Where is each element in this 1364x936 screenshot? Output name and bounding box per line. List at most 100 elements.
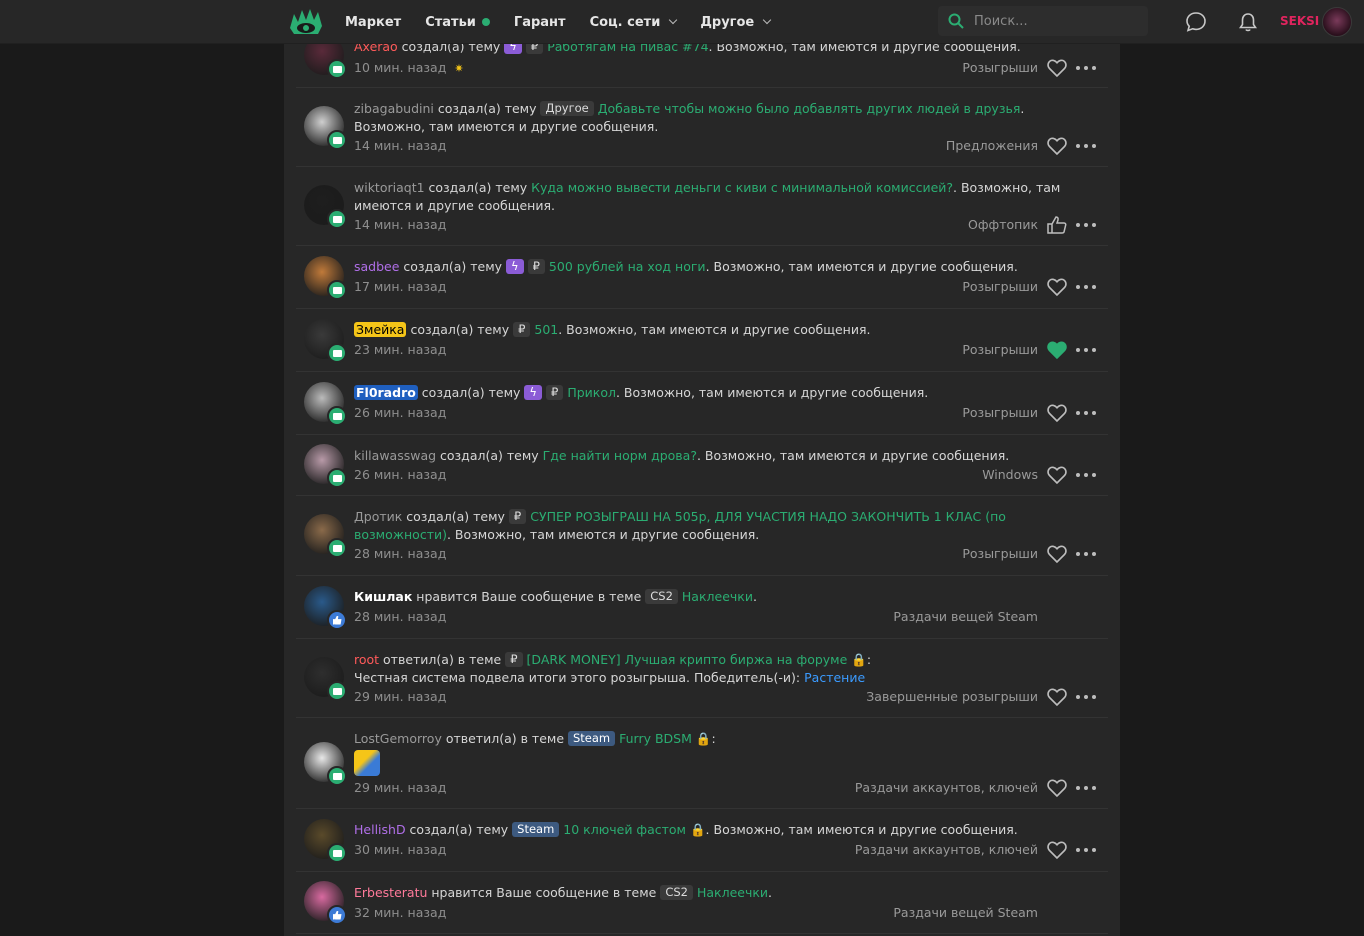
thread-title-link[interactable]: 501 xyxy=(534,322,558,337)
alert-username[interactable]: Erbesteratu xyxy=(354,885,427,900)
more-options-icon[interactable] xyxy=(1076,285,1096,291)
alert-row[interactable]: LostGemorroy ответил(а) в теме Steam Fur… xyxy=(296,718,1108,809)
thread-title-link[interactable]: 500 рублей на ход ноги xyxy=(549,259,706,274)
forum-name[interactable]: Розыгрыши xyxy=(962,405,1038,420)
alert-row[interactable]: Erbesteratu нравится Ваше сообщение в те… xyxy=(296,872,1108,934)
thread-title-link[interactable]: 10 ключей фастом xyxy=(563,822,686,837)
current-username[interactable]: SEKSI xyxy=(1280,14,1319,28)
nav-other[interactable]: Другое xyxy=(700,15,772,30)
thread-title-link[interactable]: Прикол xyxy=(567,385,616,400)
alert-time[interactable]: 32 мин. назад xyxy=(354,905,446,920)
alert-row[interactable]: killawasswag создал(а) тему Где найти но… xyxy=(296,435,1108,496)
thread-prefix[interactable]: Другое xyxy=(540,101,594,116)
alert-time[interactable]: 26 мин. назад xyxy=(354,467,446,482)
alert-time[interactable]: 29 мин. назад xyxy=(354,689,446,704)
alert-username[interactable]: killawasswag xyxy=(354,448,436,463)
alert-row[interactable]: Кишлак нравится Ваше сообщение в теме CS… xyxy=(296,576,1108,639)
thread-title-link[interactable]: Furry BDSM xyxy=(619,731,692,746)
more-options-icon[interactable] xyxy=(1076,695,1096,701)
alert-time[interactable]: 14 мин. назад xyxy=(354,138,446,153)
heart-icon[interactable] xyxy=(1046,340,1068,360)
nav-garant[interactable]: Гарант xyxy=(514,15,566,30)
search-box[interactable] xyxy=(938,6,1148,36)
thread-title-link[interactable]: Наклеечки xyxy=(682,589,753,604)
forum-name[interactable]: Завершенные розыгрыши xyxy=(866,689,1038,704)
thread-prefix[interactable]: Steam xyxy=(512,822,560,837)
alert-username[interactable]: Кишлак xyxy=(354,589,412,604)
thread-title-link[interactable]: [DARK MONEY] Лучшая крипто биржа на фору… xyxy=(527,652,848,667)
alert-row[interactable]: root ответил(а) в теме ₽ [DARK MONEY] Лу… xyxy=(296,639,1108,718)
alert-time[interactable]: 10 мин. назад ✷ xyxy=(354,60,464,75)
alert-time[interactable]: 26 мин. назад xyxy=(354,405,446,420)
forum-name[interactable]: Раздачи вещей Steam xyxy=(893,905,1038,920)
nav-market[interactable]: Маркет xyxy=(345,15,401,30)
alert-username[interactable]: LostGemorroy xyxy=(354,731,442,746)
more-options-icon[interactable] xyxy=(1076,66,1096,72)
thread-prefix[interactable]: ₽ xyxy=(513,322,531,337)
forum-name[interactable]: Windows xyxy=(982,467,1038,482)
alert-username[interactable]: Fl0radro xyxy=(354,385,418,400)
heart-icon[interactable] xyxy=(1046,403,1068,423)
alert-username[interactable]: sadbee xyxy=(354,259,399,274)
nav-social[interactable]: Соц. сети xyxy=(590,15,678,30)
nav-articles[interactable]: Статьи xyxy=(425,15,490,30)
heart-icon[interactable] xyxy=(1046,58,1068,78)
heart-icon[interactable] xyxy=(1046,687,1068,707)
heart-icon[interactable] xyxy=(1046,277,1068,297)
alert-username[interactable]: Дротик xyxy=(354,509,402,524)
thread-prefix[interactable]: ₽ xyxy=(508,509,527,524)
forum-name[interactable]: Раздачи аккаунтов, ключей xyxy=(855,780,1038,795)
user-avatar[interactable] xyxy=(1322,7,1352,37)
thread-title-link[interactable]: Где найти норм дрова? xyxy=(543,448,697,463)
more-options-icon[interactable] xyxy=(1076,411,1096,417)
forum-name[interactable]: Розыгрыши xyxy=(962,279,1038,294)
heart-icon[interactable] xyxy=(1046,465,1068,485)
forum-name[interactable]: Раздачи вещей Steam xyxy=(893,609,1038,624)
alert-row[interactable]: wiktoriaqt1 создал(а) тему Куда можно вы… xyxy=(296,167,1108,246)
thumbs-up-icon[interactable] xyxy=(1046,215,1068,235)
more-options-icon[interactable] xyxy=(1076,552,1096,558)
alert-time[interactable]: 17 мин. назад xyxy=(354,279,446,294)
heart-icon[interactable] xyxy=(1046,544,1068,564)
forum-name[interactable]: Оффтопик xyxy=(968,217,1038,232)
forum-name[interactable]: Розыгрыши xyxy=(962,60,1038,75)
alert-username[interactable]: wiktoriaqt1 xyxy=(354,180,425,195)
alert-row[interactable]: HellishD создал(а) тему Steam 10 ключей … xyxy=(296,809,1108,872)
chat-icon[interactable] xyxy=(1185,11,1207,33)
thread-prefix[interactable]: CS2 xyxy=(660,885,693,900)
heart-icon[interactable] xyxy=(1046,136,1068,156)
alert-time[interactable]: 14 мин. назад xyxy=(354,217,446,232)
alert-time[interactable]: 23 мин. назад xyxy=(354,342,446,357)
alert-row[interactable]: Fl0radro создал(а) тему ϟ ₽ Прикол. Возм… xyxy=(296,372,1108,435)
alert-time[interactable]: 28 мин. назад xyxy=(354,609,446,624)
thread-prefix[interactable]: ₽ xyxy=(505,652,523,667)
winner-link[interactable]: Растение xyxy=(804,670,865,685)
bell-icon[interactable] xyxy=(1237,11,1259,33)
alert-row[interactable]: zibagabudini создал(а) тему Другое Добав… xyxy=(296,88,1108,167)
thread-title-link[interactable]: Куда можно вывести деньги с киви с миним… xyxy=(531,180,953,195)
thread-title-link[interactable]: Добавьте чтобы можно было добавлять друг… xyxy=(598,101,1021,116)
alert-username[interactable]: zibagabudini xyxy=(354,101,434,116)
forum-name[interactable]: Розыгрыши xyxy=(962,546,1038,561)
thread-prefix[interactable]: Steam xyxy=(568,731,616,746)
more-options-icon[interactable] xyxy=(1076,473,1096,479)
alert-time[interactable]: 28 мин. назад xyxy=(354,546,446,561)
alert-row[interactable]: Змейка создал(а) тему ₽ 501. Возможно, т… xyxy=(296,309,1108,372)
forum-name[interactable]: Раздачи аккаунтов, ключей xyxy=(855,842,1038,857)
more-options-icon[interactable] xyxy=(1076,786,1096,792)
more-options-icon[interactable] xyxy=(1076,848,1096,854)
forum-name[interactable]: Розыгрыши xyxy=(962,342,1038,357)
thread-prefix[interactable]: CS2 xyxy=(645,589,678,604)
alert-username[interactable]: root xyxy=(354,652,379,667)
bolt-prefix-icon[interactable]: ϟ xyxy=(506,259,524,274)
alert-row[interactable]: sadbee создал(а) тему ϟ ₽ 500 рублей на … xyxy=(296,246,1108,309)
more-options-icon[interactable] xyxy=(1076,348,1096,354)
search-input[interactable] xyxy=(974,13,1134,29)
alert-row[interactable]: Дротик создал(а) тему ₽ СУПЕР РОЗЫГРАШ Н… xyxy=(296,496,1108,576)
thread-prefix[interactable]: ₽ xyxy=(527,259,545,274)
more-options-icon[interactable] xyxy=(1076,144,1096,150)
bolt-prefix-icon[interactable]: ϟ xyxy=(524,385,543,400)
alert-time[interactable]: 30 мин. назад xyxy=(354,842,446,857)
heart-icon[interactable] xyxy=(1046,840,1068,860)
thread-prefix[interactable]: ₽ xyxy=(546,385,564,400)
